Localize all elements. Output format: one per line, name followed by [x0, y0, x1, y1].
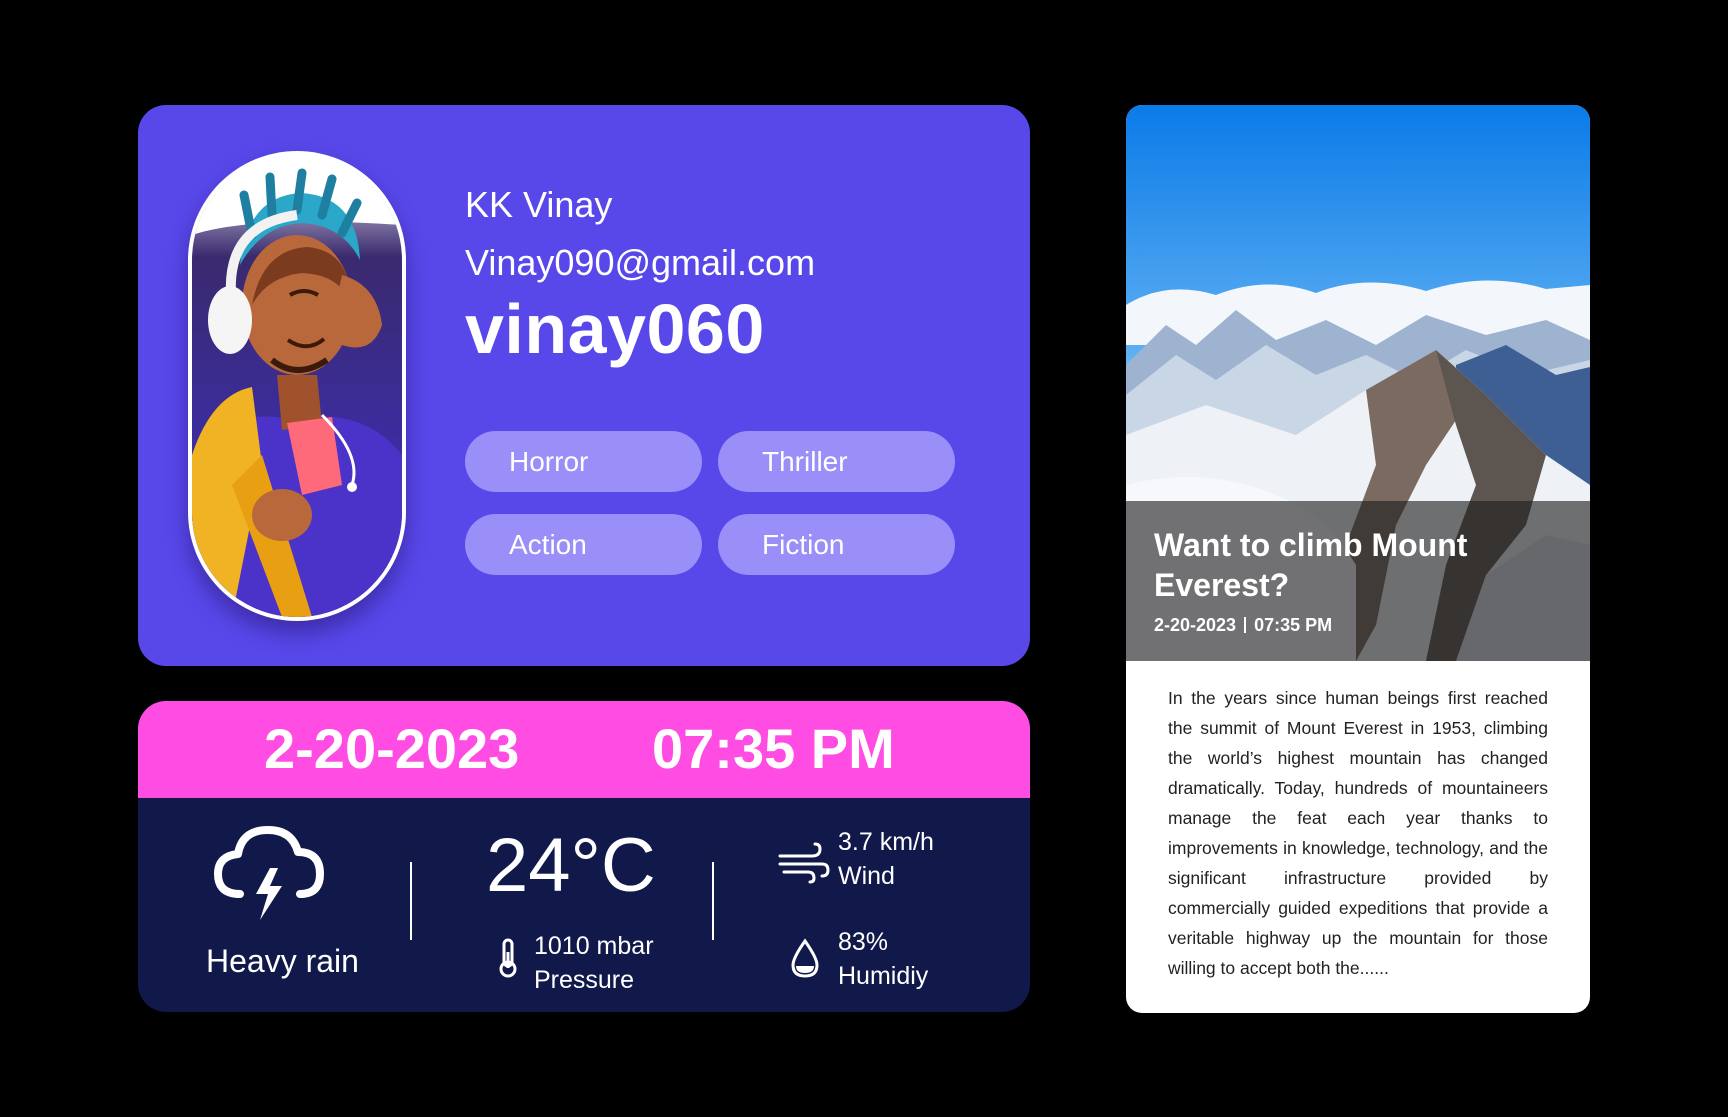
weather-time: 07:35 PM — [652, 717, 895, 780]
cloud-lightning-icon — [214, 826, 324, 920]
humidity-label: Humidiy — [838, 962, 929, 990]
weather-card: 2-20-2023 07:35 PM Heavy rain 24°C 1010 … — [138, 701, 1030, 1012]
wind-label: Wind — [838, 862, 895, 890]
divider — [410, 862, 412, 940]
avatar-illustration — [192, 155, 402, 617]
pressure-value: 1010 mbar — [534, 932, 654, 960]
article-card[interactable]: Want to climb Mount Everest? 2-20-2023 07… — [1126, 105, 1590, 1013]
profile-name: KK Vinay — [465, 184, 613, 225]
humidity-value: 83% — [838, 928, 889, 956]
profile-username: vinay060 — [465, 290, 765, 368]
genre-chip-fiction[interactable]: Fiction — [718, 514, 955, 575]
article-time: 07:35 PM — [1254, 615, 1333, 635]
article-body: In the years since human beings first re… — [1168, 688, 1548, 978]
temperature: 24°C — [486, 823, 656, 908]
meta-separator — [1244, 617, 1247, 633]
wind-value: 3.7 km/h — [838, 828, 934, 856]
weather-body: Heavy rain 24°C 1010 mbar Pressure 3.7 k… — [138, 798, 1030, 1012]
profile-info: KK Vinay Vinay090@gmail.com vinay060 — [465, 183, 815, 369]
wind-icon — [778, 842, 830, 884]
article-meta: 2-20-2023 07:35 PM — [1154, 615, 1332, 636]
weather-header: 2-20-2023 07:35 PM — [138, 701, 1030, 798]
pressure-label: Pressure — [534, 966, 635, 994]
genre-chip-action[interactable]: Action — [465, 514, 702, 575]
weather-condition: Heavy rain — [206, 943, 359, 979]
profile-card: KK Vinay Vinay090@gmail.com vinay060 Hor… — [138, 105, 1030, 666]
avatar[interactable] — [188, 151, 406, 621]
genre-chip-horror[interactable]: Horror — [465, 431, 702, 492]
divider — [712, 862, 714, 940]
thermometer-icon — [499, 938, 517, 978]
article-date: 2-20-2023 — [1154, 615, 1237, 635]
weather-date: 2-20-2023 — [264, 717, 520, 780]
humidity-drop-icon — [791, 938, 819, 978]
article-title[interactable]: Want to climb Mount Everest? — [1154, 525, 1564, 605]
genre-chip-thriller[interactable]: Thriller — [718, 431, 955, 492]
profile-email[interactable]: Vinay090@gmail.com — [465, 241, 815, 285]
genre-tags: Horror Thriller Action Fiction — [465, 431, 955, 575]
